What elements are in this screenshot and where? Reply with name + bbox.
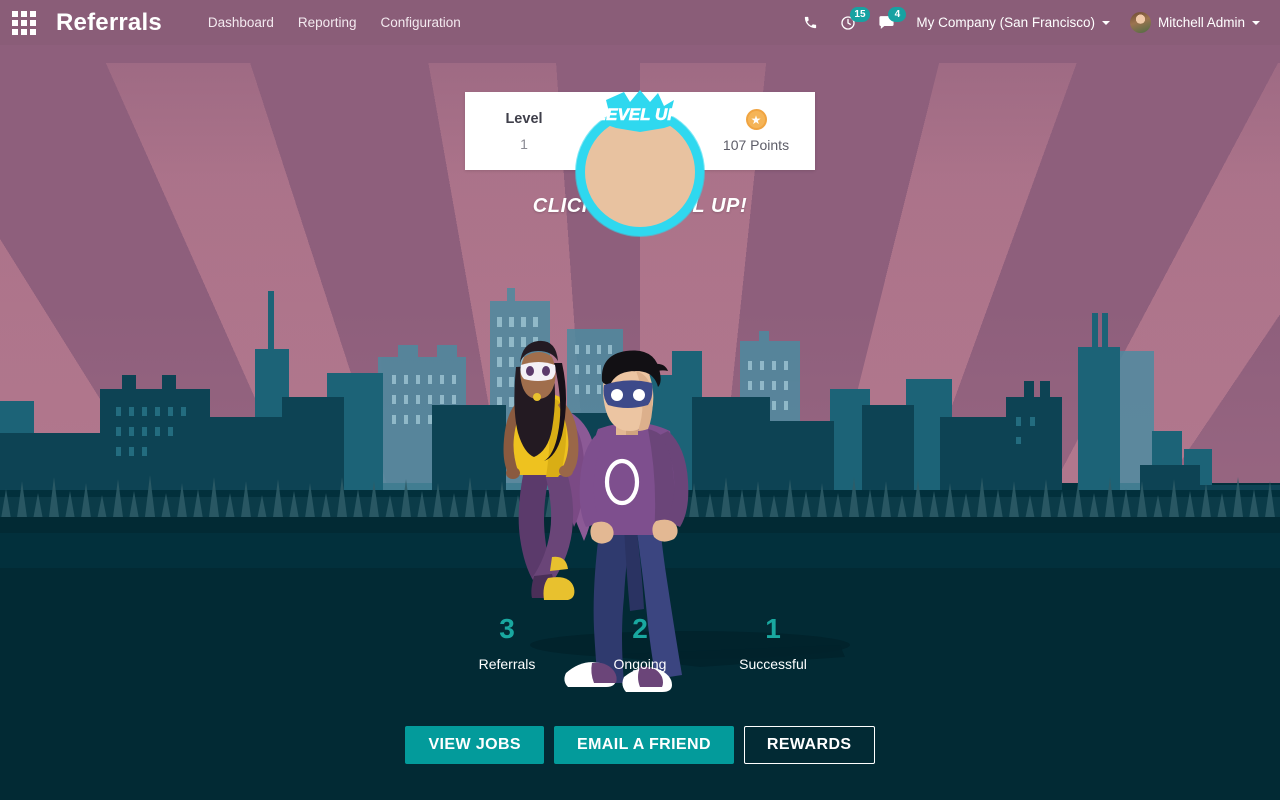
menu-item-configuration[interactable]: Configuration [368, 0, 472, 45]
app-brand-title[interactable]: Referrals [56, 9, 162, 37]
menu-item-reporting[interactable]: Reporting [286, 0, 369, 45]
messages-count-badge: 4 [888, 7, 907, 22]
rewards-button[interactable]: REWARDS [743, 726, 875, 764]
menu-item-dashboard[interactable]: Dashboard [196, 0, 286, 45]
chevron-down-icon [1252, 20, 1260, 25]
referrals-scene: Level 1 ★ 107 Points LEVEL UP! CLICK TO … [0, 45, 1280, 800]
referral-stats: 3 Referrals 2 Ongoing 1 Successful [0, 613, 1280, 673]
user-avatar-small [1129, 12, 1151, 33]
phone-icon-button[interactable] [792, 0, 829, 45]
apps-grid-icon[interactable] [12, 10, 36, 35]
points-value: 107 Points [722, 137, 790, 153]
user-menu[interactable]: Mitchell Admin [1120, 0, 1270, 45]
company-name-label: My Company (San Francisco) [916, 15, 1095, 30]
user-name-label: Mitchell Admin [1157, 15, 1245, 30]
action-buttons: VIEW JOBS EMAIL A FRIEND REWARDS [0, 726, 1280, 764]
messages-button[interactable]: 4 [867, 0, 907, 45]
top-navbar: Referrals Dashboard Reporting Configurat… [0, 0, 1280, 45]
view-jobs-button[interactable]: VIEW JOBS [405, 726, 544, 764]
level-section: Level 1 [465, 111, 583, 152]
stat-successful-number: 1 [765, 613, 781, 644]
activities-button[interactable]: 15 [829, 0, 870, 45]
navbar-right-area: 15 4 My Company (San Francisco) Mitchell… [792, 0, 1280, 45]
level-up-avatar-button[interactable]: LEVEL UP! [576, 90, 704, 236]
star-icon: ★ [745, 109, 767, 130]
company-switcher[interactable]: My Company (San Francisco) [906, 0, 1120, 45]
user-avatar-photo [585, 117, 695, 227]
stat-ongoing-number: 2 [632, 613, 648, 644]
level-label: Level [505, 110, 543, 127]
level-value: 1 [520, 135, 528, 152]
stat-successful-label: Successful [739, 656, 807, 672]
email-a-friend-button[interactable]: EMAIL A FRIEND [554, 726, 734, 764]
stat-ongoing: 2 Ongoing [574, 613, 707, 673]
stat-ongoing-label: Ongoing [613, 656, 667, 672]
stat-referrals-number: 3 [499, 613, 515, 644]
phone-icon [805, 16, 817, 29]
stat-referrals: 3 Referrals [441, 613, 574, 673]
points-section: ★ 107 Points [697, 109, 815, 153]
main-menu: Dashboard Reporting Configuration [196, 0, 473, 45]
stat-referrals-label: Referrals [478, 656, 536, 672]
stat-successful: 1 Successful [707, 613, 840, 673]
chevron-down-icon [1101, 20, 1110, 25]
